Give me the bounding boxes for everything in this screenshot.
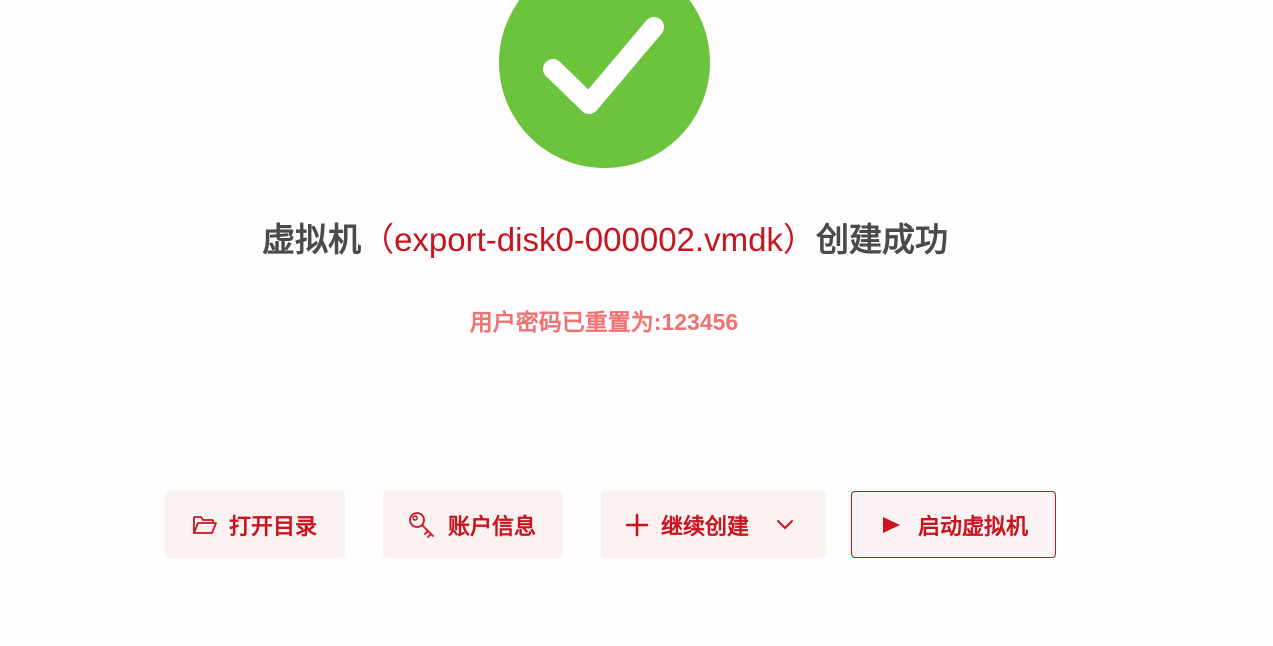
start-vm-button[interactable]: 启动虚拟机 bbox=[851, 491, 1056, 558]
success-page: 虚拟机（export-disk0-000002.vmdk）创建成功 用户密码已重… bbox=[0, 0, 1273, 646]
folder-open-icon bbox=[191, 514, 219, 536]
play-icon bbox=[880, 515, 902, 535]
open-directory-button[interactable]: 打开目录 bbox=[165, 491, 345, 558]
success-check-icon bbox=[499, 0, 710, 168]
continue-create-button[interactable]: 继续创建 bbox=[601, 491, 826, 558]
chevron-down-icon[interactable] bbox=[773, 519, 797, 531]
result-title: 虚拟机（export-disk0-000002.vmdk）创建成功 bbox=[0, 218, 1210, 262]
start-vm-label: 启动虚拟机 bbox=[918, 513, 1029, 539]
account-info-label: 账户信息 bbox=[448, 513, 537, 539]
plus-icon bbox=[625, 513, 649, 537]
account-info-button[interactable]: 账户信息 bbox=[383, 491, 563, 558]
title-prefix: 虚拟机 bbox=[262, 221, 362, 258]
vm-file-name: （export-disk0-000002.vmdk） bbox=[361, 221, 816, 258]
open-directory-label: 打开目录 bbox=[229, 513, 318, 539]
password-notice: 用户密码已重置为:123456 bbox=[469, 309, 739, 335]
key-icon bbox=[407, 510, 437, 540]
title-suffix: 创建成功 bbox=[815, 221, 948, 258]
continue-create-label: 继续创建 bbox=[661, 513, 750, 539]
